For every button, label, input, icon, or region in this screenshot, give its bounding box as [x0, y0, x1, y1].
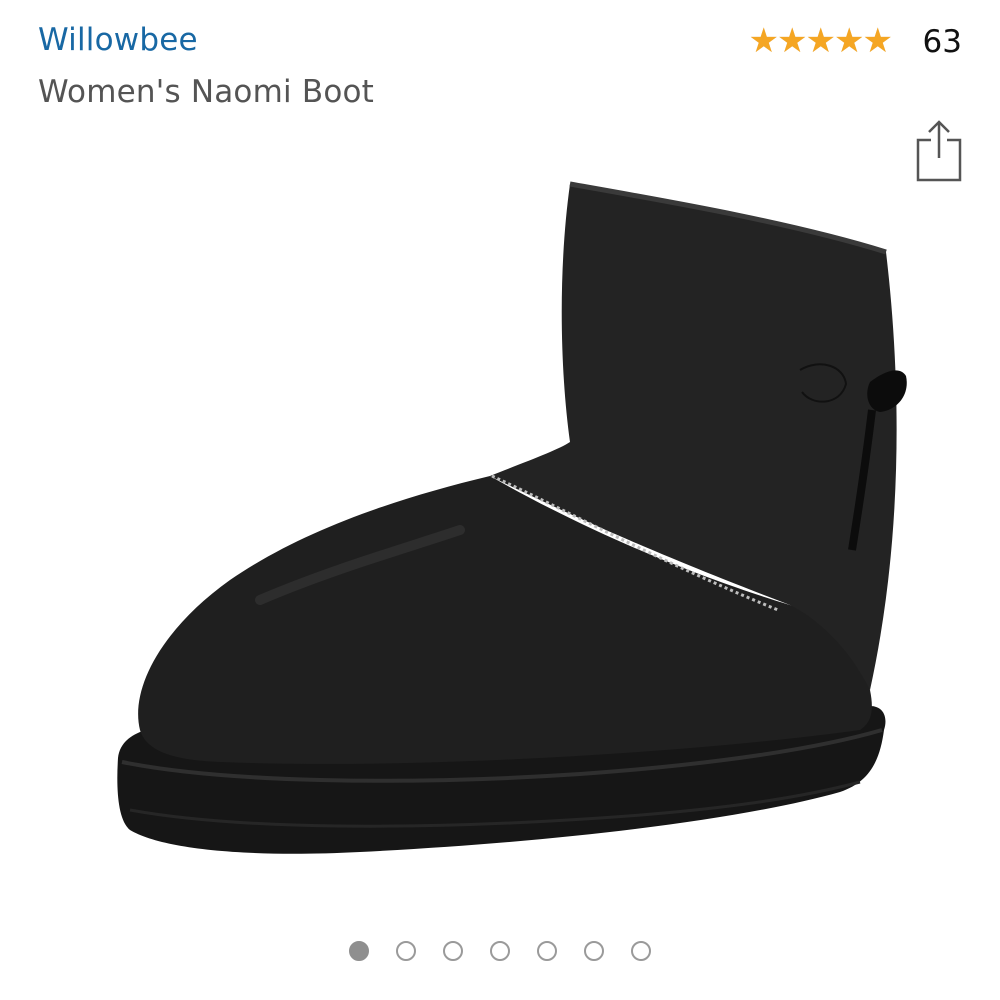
star-rating: ★★★★★ ★★★★★ [749, 24, 909, 60]
rating-summary[interactable]: ★★★★★ ★★★★★ 63 [749, 22, 962, 62]
share-icon[interactable] [916, 118, 962, 182]
product-page: Willowbee Women's Naomi Boot ★★★★★ ★★★★★… [0, 0, 1000, 1000]
carousel-dot[interactable] [631, 941, 651, 961]
brand-link[interactable]: Willowbee [38, 22, 198, 58]
carousel-dot[interactable] [584, 941, 604, 961]
star-rating-fill: ★★★★★ [748, 24, 893, 58]
carousel-dot[interactable] [537, 941, 557, 961]
rating-count[interactable]: 63 [923, 24, 962, 60]
carousel-dot[interactable] [349, 941, 369, 961]
carousel-dot[interactable] [490, 941, 510, 961]
carousel-dot[interactable] [396, 941, 416, 961]
boot-photo[interactable] [100, 170, 910, 870]
product-title: Women's Naomi Boot [38, 74, 375, 110]
carousel-dots [0, 941, 1000, 961]
carousel-dot[interactable] [443, 941, 463, 961]
